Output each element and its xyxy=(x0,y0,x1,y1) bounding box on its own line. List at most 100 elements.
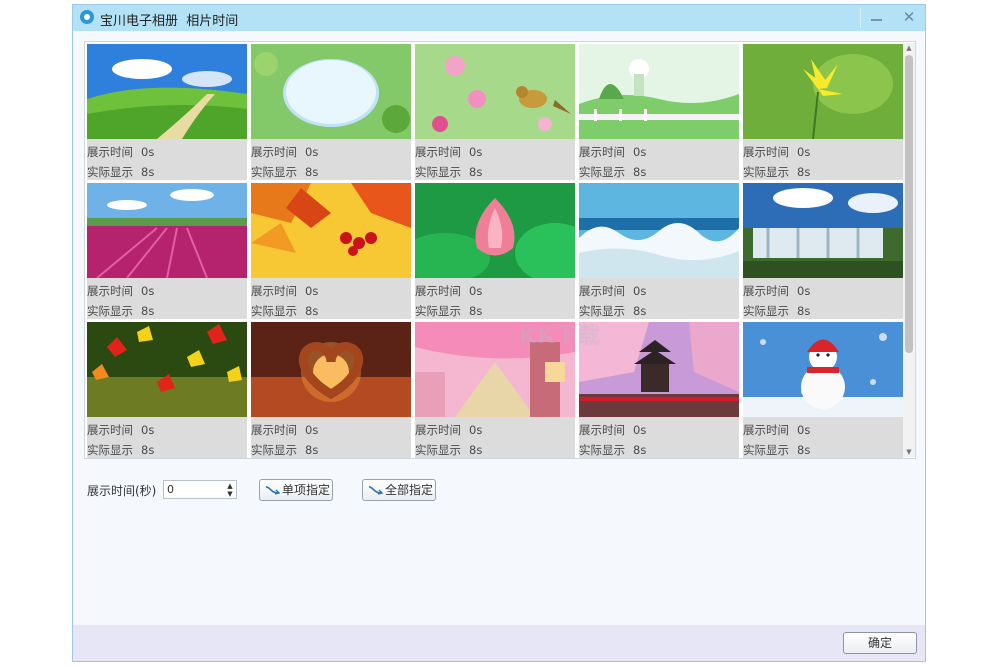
show-time-label: 展示时间 xyxy=(579,144,633,160)
show-time-label: 展示时间 xyxy=(87,422,141,438)
show-time-row: 展示时间0s xyxy=(251,283,318,299)
actual-show-value: 8s xyxy=(305,304,318,318)
leaf-frame-sky-image xyxy=(251,44,411,139)
photo-cell[interactable]: 展示时间0s 实际显示8s xyxy=(87,322,247,458)
ok-button[interactable]: 确定 xyxy=(843,632,917,654)
actual-show-label: 实际显示 xyxy=(251,442,305,458)
window-title: 宝川电子相册 相片时间 xyxy=(100,10,238,29)
photo-cell[interactable]: 展示时间0s实际显示8s xyxy=(251,322,411,458)
actual-show-label: 实际显示 xyxy=(415,442,469,458)
show-time-value: 0s xyxy=(305,284,318,298)
show-time-row: 展示时间0s xyxy=(743,283,810,299)
photo-cell[interactable]: 展示时间0s实际显示8s xyxy=(415,183,575,319)
show-time-label: 展示时间 xyxy=(415,144,469,160)
show-time-label: 展示时间 xyxy=(251,144,305,160)
assign-all-label: 全部指定 xyxy=(385,480,433,500)
photo-grid[interactable]: 展示时间0s实际显示8s展示时间0s实际显示8s展示时间0s实际显示8s展示时间… xyxy=(84,41,916,459)
duration-stepper[interactable]: 0 ▲ ▼ xyxy=(163,480,237,499)
show-time-label: 展示时间 xyxy=(87,283,141,299)
show-time-label: 展示时间 xyxy=(579,283,633,299)
show-time-label: 展示时间 xyxy=(415,283,469,299)
green-hills-road-image xyxy=(87,44,247,139)
actual-show-label: 实际显示 xyxy=(579,164,633,180)
close-button[interactable]: ✕ xyxy=(895,6,923,28)
photo-cell[interactable]: 展示时间0s实际显示8s xyxy=(251,44,411,180)
photo-thumbnail[interactable] xyxy=(579,44,739,139)
show-time-row: 展示时间0s xyxy=(579,283,646,299)
duration-value[interactable]: 0 xyxy=(167,483,174,496)
photo-thumbnail[interactable] xyxy=(415,44,575,139)
photo-cell[interactable]: 展示时间0s实际显示8s xyxy=(579,322,739,458)
app-logo-icon xyxy=(80,10,94,24)
show-time-row: 展示时间0s xyxy=(743,422,810,438)
show-time-row: 展示时间0s xyxy=(579,144,646,160)
photo-thumbnail[interactable] xyxy=(415,183,575,278)
actual-show-value: 8s xyxy=(141,443,154,457)
photo-cell[interactable]: 展示时间0s实际显示8s xyxy=(87,44,247,180)
show-time-value: 0s xyxy=(469,145,482,159)
show-time-value: 0s xyxy=(469,423,482,437)
photo-thumbnail[interactable] xyxy=(743,44,903,139)
photo-cell[interactable]: 展示时间0s实际显示8s xyxy=(743,322,903,458)
tulip-field-image xyxy=(87,183,247,278)
actual-show-row: 实际显示8s xyxy=(87,442,154,458)
actual-show-label: 实际显示 xyxy=(251,164,305,180)
photo-cell[interactable]: 展示时间0s实际显示8s xyxy=(579,44,739,180)
photo-thumbnail[interactable] xyxy=(87,183,247,278)
photo-cell[interactable]: 展示时间0s实际显示8s xyxy=(415,44,575,180)
photo-time-window: 宝川电子相册 相片时间 ✕ 展示时间0s实际显示8s展示时间0s实际显示8s展示… xyxy=(72,4,926,662)
autumn-maple-berries-image xyxy=(251,183,411,278)
show-time-label: 展示时间 xyxy=(415,422,469,438)
show-time-value: 0s xyxy=(797,423,810,437)
minimize-button[interactable] xyxy=(863,6,891,28)
actual-show-row: 实际显示8s xyxy=(87,164,154,180)
actual-show-label: 实际显示 xyxy=(415,303,469,319)
show-time-label: 展示时间 xyxy=(743,283,797,299)
photo-cell[interactable]: 展示时间0s实际显示8s xyxy=(743,44,903,180)
photo-cell[interactable]: 展示时间0s实际显示8s xyxy=(87,183,247,319)
actual-show-row: 实际显示8s xyxy=(415,442,482,458)
photo-thumbnail[interactable] xyxy=(579,183,739,278)
actual-show-row: 实际显示8s xyxy=(251,164,318,180)
photo-thumbnail[interactable] xyxy=(579,322,739,417)
stepper-down-icon[interactable]: ▼ xyxy=(224,490,236,498)
scrollbar-thumb[interactable] xyxy=(905,55,913,353)
waterfall-image xyxy=(743,183,903,278)
vertical-scrollbar[interactable]: ▲ ▼ xyxy=(903,43,915,457)
show-time-row: 展示时间0s xyxy=(415,283,482,299)
photo-thumbnail[interactable] xyxy=(251,44,411,139)
actual-show-row: 实际显示8s xyxy=(579,442,646,458)
ocean-wave-image xyxy=(579,183,739,278)
title-bar: 宝川电子相册 相片时间 ✕ xyxy=(73,5,925,31)
footer-bar: 确定 xyxy=(73,625,925,661)
photo-cell[interactable]: 展示时间0s 实际显示8s xyxy=(251,183,411,319)
photo-thumbnail[interactable] xyxy=(251,322,411,417)
assign-all-button[interactable]: 全部指定 xyxy=(362,479,436,501)
show-time-value: 0s xyxy=(633,145,646,159)
actual-show-value: 8s xyxy=(305,443,318,457)
show-time-value: 0s xyxy=(797,145,810,159)
photo-thumbnail[interactable] xyxy=(251,183,411,278)
scroll-down-arrow-icon[interactable]: ▼ xyxy=(903,447,915,457)
curve-arrow-icon xyxy=(265,484,281,496)
actual-show-value: 8s xyxy=(633,165,646,179)
photo-cell[interactable]: 展示时间0s实际显示8s xyxy=(743,183,903,319)
show-time-label: 展示时间 xyxy=(87,144,141,160)
show-time-row: 展示时间0s xyxy=(87,422,154,438)
photo-thumbnail[interactable] xyxy=(87,322,247,417)
show-time-label: 展示时间 xyxy=(579,422,633,438)
lotus-image xyxy=(415,183,575,278)
photo-cell[interactable]: 展示时间0s实际显示8s xyxy=(579,183,739,319)
photo-thumbnail[interactable] xyxy=(87,44,247,139)
show-time-row: 展示时间0s xyxy=(415,144,482,160)
stepper-up-icon[interactable]: ▲ xyxy=(224,482,236,490)
show-time-value: 0s xyxy=(305,423,318,437)
photo-thumbnail[interactable] xyxy=(743,183,903,278)
actual-show-value: 8s xyxy=(305,165,318,179)
actual-show-row: 实际显示8s xyxy=(743,164,810,180)
assign-single-button[interactable]: 单项指定 xyxy=(259,479,333,501)
scroll-up-arrow-icon[interactable]: ▲ xyxy=(903,43,915,53)
actual-show-label: 实际显示 xyxy=(251,303,305,319)
actual-show-value: 8s xyxy=(469,165,482,179)
photo-thumbnail[interactable] xyxy=(743,322,903,417)
